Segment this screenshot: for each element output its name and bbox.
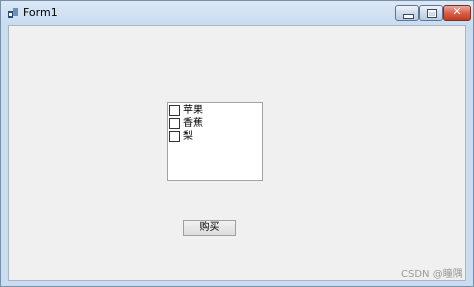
title-bar[interactable]: Form1 ✕: [1, 1, 473, 25]
checkbox-pear[interactable]: [169, 131, 180, 142]
window-app-icon: [8, 8, 18, 18]
close-button[interactable]: ✕: [443, 5, 471, 21]
fruit-checked-list-box[interactable]: 苹果 香蕉 梨: [167, 102, 263, 181]
checkbox-apple[interactable]: [169, 105, 180, 116]
list-item-label: 梨: [183, 131, 193, 142]
list-item-label: 苹果: [183, 105, 203, 116]
list-item-banana[interactable]: 香蕉: [169, 117, 261, 130]
minimize-icon: [403, 14, 414, 19]
list-item-pear[interactable]: 梨: [169, 130, 261, 143]
list-item-label: 香蕉: [183, 118, 203, 129]
buy-button[interactable]: 购买: [183, 220, 236, 236]
form-client-area: 苹果 香蕉 梨 购买: [8, 25, 466, 281]
app-window: Form1 ✕ 苹果 香蕉 梨 购买 CSDN @瞳隅: [0, 0, 474, 287]
checkbox-banana[interactable]: [169, 118, 180, 129]
list-item-apple[interactable]: 苹果: [169, 104, 261, 117]
watermark-text: CSDN @瞳隅: [401, 269, 463, 280]
minimize-button[interactable]: [395, 5, 419, 21]
maximize-icon: [427, 9, 437, 18]
close-icon: ✕: [452, 5, 462, 18]
window-title: Form1: [23, 6, 58, 19]
maximize-button[interactable]: [419, 5, 443, 21]
